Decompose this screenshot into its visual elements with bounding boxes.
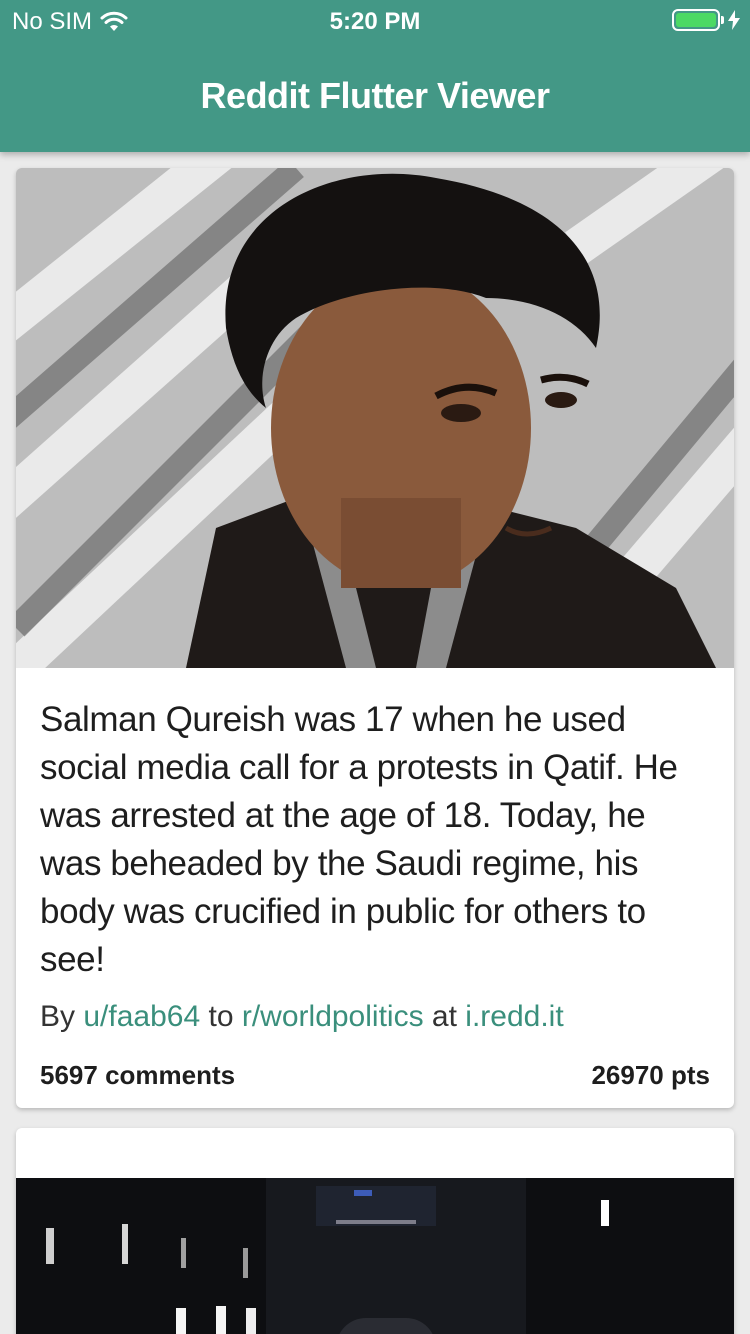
post-content: Salman Qureish was 17 when he used socia…	[40, 696, 710, 1034]
author-link[interactable]: u/faab64	[83, 1000, 200, 1033]
battery-indicator	[672, 9, 740, 31]
subreddit-link[interactable]: r/worldpolitics	[242, 1000, 424, 1033]
page-title: Reddit Flutter Viewer	[200, 75, 550, 116]
points-count: 26970 pts	[591, 1060, 710, 1090]
status-time: 5:20 PM	[329, 8, 421, 35]
app-bar: No SIM 5:20 PM Reddit Flutter Viewer	[0, 0, 750, 152]
post-thumbnail[interactable]	[16, 168, 734, 668]
post-stats: 5697 comments 26970 pts	[40, 1060, 710, 1100]
post-card[interactable]	[16, 1128, 734, 1334]
byline-to: to	[208, 1000, 234, 1033]
comment-count[interactable]: 5697 comments	[40, 1060, 235, 1100]
byline-by: By	[40, 1000, 76, 1033]
domain-link[interactable]: i.redd.it	[465, 1000, 563, 1033]
status-bar: No SIM 5:20 PM	[0, 0, 750, 40]
post-byline: By u/faab64 to r/worldpolitics at i.redd…	[40, 1000, 710, 1034]
post-card[interactable]: Salman Qureish was 17 when he used socia…	[16, 168, 734, 1108]
byline-at: at	[431, 1000, 457, 1033]
post-title[interactable]: Salman Qureish was 17 when he used socia…	[40, 696, 710, 984]
charging-bolt-icon	[728, 10, 740, 30]
battery-icon	[672, 9, 720, 31]
post-thumbnail[interactable]	[16, 1178, 734, 1334]
